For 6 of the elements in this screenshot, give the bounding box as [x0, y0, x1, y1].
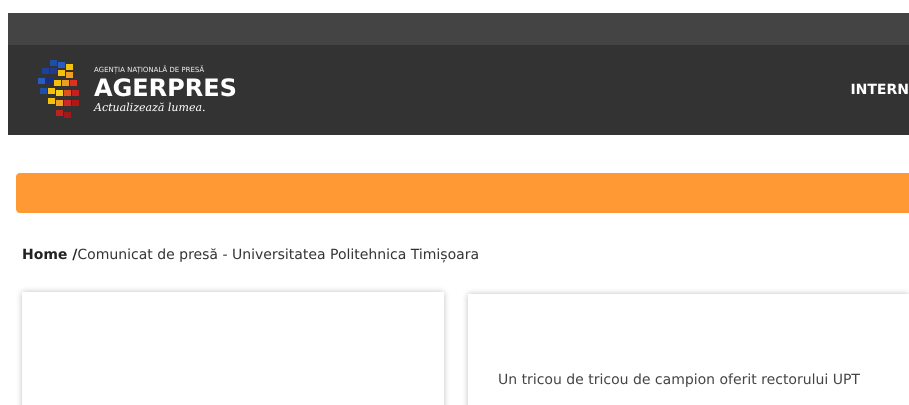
breadcrumb-current: Comunicat de presă - Universitatea Politehnica Timișoara [77, 246, 480, 265]
nav-link[interactable]: INTERN [850, 80, 909, 100]
article-title: Un tricou de tricou de campion oferit rectorului UPT [498, 371, 861, 390]
breadcrumb-home-link[interactable]: Home / [22, 245, 78, 266]
logo-tagline: Actualizează lumea. [94, 101, 207, 114]
logo-wordmark: AGERPRES [94, 75, 237, 101]
